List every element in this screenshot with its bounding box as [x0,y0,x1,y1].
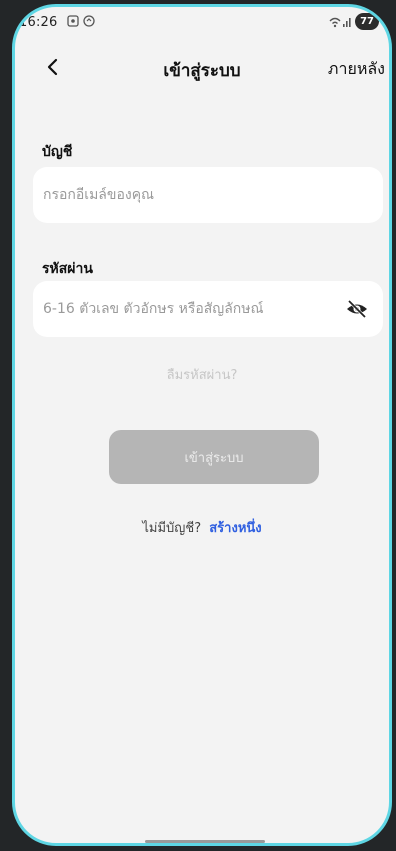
create-account-link[interactable]: สร้างหนึ่ง [209,521,261,536]
phone-frame: 16:26 77 เข้าสู่ระบบ ภายหลัง บัญชี กรอกอ… [12,4,392,846]
account-field-container [33,167,383,223]
signup-line: ไม่มีบัญชี? สร้างหนึ่ง [15,517,389,538]
notification-icons [67,15,97,30]
password-field[interactable] [43,301,345,317]
nav-bar: เข้าสู่ระบบ ภายหลัง [15,47,389,87]
login-button[interactable]: เข้าสู่ระบบ [109,430,319,484]
home-indicator[interactable] [145,840,265,843]
forgot-password-link[interactable]: ลืมรหัสผ่าน? [15,364,389,385]
account-label: บัญชี [42,144,73,160]
password-field-container [33,281,383,337]
battery-badge: 77 [355,13,379,30]
eye-off-icon[interactable] [345,297,369,321]
status-time: 16:26 [19,15,58,30]
signup-prompt: ไม่มีบัญชี? [142,521,202,536]
email-field[interactable] [43,187,369,203]
password-label: รหัสผ่าน [42,261,93,277]
wifi-signal-icon [329,17,351,27]
status-bar: 16:26 77 [15,7,389,39]
status-right: 77 [329,13,379,30]
notification-icon [67,15,95,27]
later-button[interactable]: ภายหลัง [328,57,385,82]
